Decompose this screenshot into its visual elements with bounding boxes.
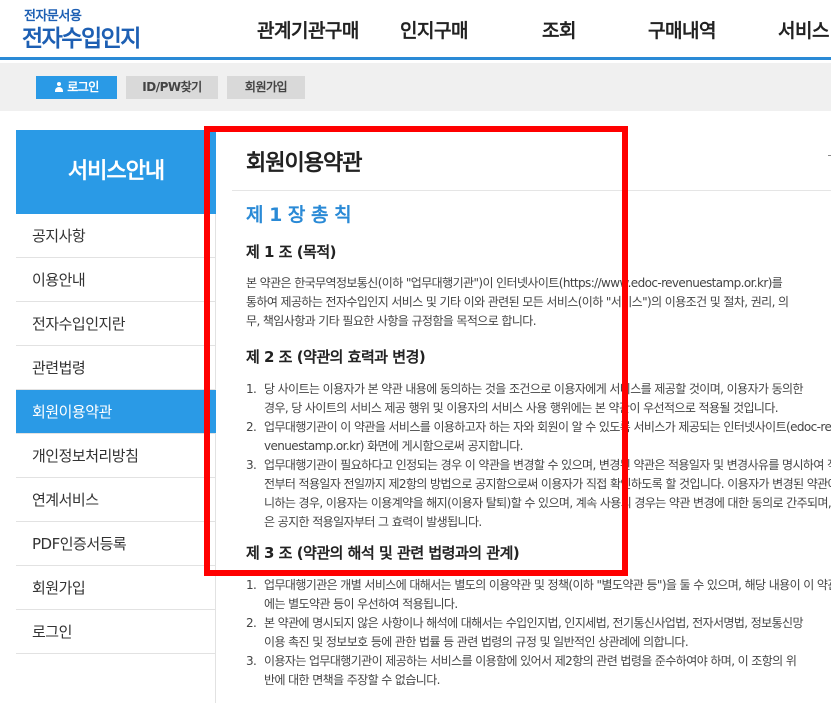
nav-item-agency-purchase[interactable]: 관계기관구매: [257, 16, 359, 43]
nav-item-stamp-purchase[interactable]: 인지구매: [400, 16, 468, 43]
text-line: 업무대행기관이 이 약관을 서비스를 이용하고자 하는 자와 회원이 알 수 있…: [264, 420, 831, 434]
text-line: 니하는 경우, 이용자는 이용계약을 해지(이용자 탈퇴)할 수 있으며, 계속…: [264, 496, 831, 510]
sidebar-item-privacy[interactable]: 개인정보처리방침: [16, 434, 216, 478]
sidebar-item-usage-guide[interactable]: 이용안내: [16, 258, 216, 302]
sidebar-item-laws[interactable]: 관련법령: [16, 346, 216, 390]
text-line: 에는 별도약관 등이 우선하여 적용됩니다.: [264, 597, 458, 611]
sidebar-item-notice[interactable]: 공지사항: [16, 214, 216, 258]
sidebar-menu: 공지사항 이용안내 전자수입인지란 관련법령 회원이용약관 개인정보처리방침 연…: [16, 214, 216, 654]
article-2-list: 1. 당 사이트는 이용자가 본 약관 내용에 동의하는 것을 조건으로 이용자…: [246, 380, 831, 532]
terms-content: 회원이용약관 제 1 장 총 칙 제 1 조 (목적) 본 약관은 한국무역정보…: [232, 130, 831, 703]
list-item: 2. 업무대행기관이 이 약관을 서비스를 이용하고자 하는 자와 회원이 알 …: [246, 418, 831, 456]
list-item: 1. 당 사이트는 이용자가 본 약관 내용에 동의하는 것을 조건으로 이용자…: [246, 380, 831, 418]
list-number: 2.: [246, 420, 257, 434]
login-button[interactable]: 로그인: [36, 76, 117, 99]
list-number: 3.: [246, 654, 257, 668]
sidebar: 서비스안내 공지사항 이용안내 전자수입인지란 관련법령 회원이용약관 개인정보…: [16, 130, 216, 703]
sidebar-item-join[interactable]: 회원가입: [16, 566, 216, 610]
sidebar-item-terms[interactable]: 회원이용약관: [16, 390, 216, 434]
text-line: 반에 대한 면책을 주장할 수 없습니다.: [264, 673, 440, 687]
find-id-pw-button[interactable]: ID/PW찾기: [126, 76, 218, 99]
text-line: 업무대행기관은 개별 서비스에 대해서는 별도의 이용약관 및 정책(이하 "별…: [264, 578, 831, 592]
text-line: 업무대행기관이 필요하다고 인정되는 경우 이 약관을 변경할 수 있으며, 변…: [264, 458, 831, 472]
user-icon: [54, 82, 64, 92]
list-item: 3. 이용자는 업무대행기관이 제공하는 서비스를 이용함에 있어서 제2항의 …: [246, 652, 831, 690]
article-1-text: 본 약관은 한국무역정보통신(이하 "업무대행기관")이 인터넷사이트(http…: [246, 274, 831, 331]
site-header: 전자문서용 전자수입인지 관계기관구매 인지구매 조회 구매내역 서비스: [0, 0, 831, 60]
list-number: 1.: [246, 578, 257, 592]
sidebar-item-about-stamp[interactable]: 전자수입인지란: [16, 302, 216, 346]
nav-item-service[interactable]: 서비스: [778, 16, 829, 43]
page-title: 회원이용약관: [246, 151, 362, 176]
text-line: 경우, 당 사이트의 서비스 제공 행위 및 이용자의 서비스 사용 행위에는 …: [264, 401, 779, 415]
text-line: 본 약관은 한국무역정보통신(이하 "업무대행기관")이 인터넷사이트(http…: [246, 276, 783, 290]
list-item: 2. 본 약관에 명시되지 않은 사항이나 해석에 대해서는 수입인지법, 인지…: [246, 614, 831, 652]
article-2-title: 제 2 조 (약관의 효력과 변경): [246, 348, 426, 366]
article-3-title: 제 3 조 (약관의 해석 및 관련 법령과의 관계): [246, 544, 520, 562]
list-number: 1.: [246, 382, 257, 396]
list-item: 3. 업무대행기관이 필요하다고 인정되는 경우 이 약관을 변경할 수 있으며…: [246, 456, 831, 532]
list-number: 3.: [246, 458, 257, 472]
join-button[interactable]: 회원가입: [227, 76, 305, 99]
sidebar-item-login[interactable]: 로그인: [16, 610, 216, 654]
article-1-title: 제 1 조 (목적): [246, 243, 337, 261]
text-line: 무, 책임사항과 기타 필요한 사항을 규정함을 목적으로 합니다.: [246, 314, 537, 328]
utility-bar: 로그인 ID/PW찾기 회원가입: [0, 63, 831, 111]
sidebar-item-pdf-cert[interactable]: PDF인증서등록: [16, 522, 216, 566]
text-line: 은 공지한 적용일자부터 그 효력이 발생됩니다.: [264, 515, 482, 529]
title-divider: [232, 190, 831, 191]
nav-item-purchase-history[interactable]: 구매내역: [648, 16, 716, 43]
logo[interactable]: 전자수입인지: [22, 19, 141, 53]
login-button-label: 로그인: [67, 80, 99, 94]
article-3-list: 1. 업무대행기관은 개별 서비스에 대해서는 별도의 이용약관 및 정책(이하…: [246, 576, 831, 690]
nav-item-lookup[interactable]: 조회: [542, 16, 576, 43]
text-line: 본 약관에 명시되지 않은 사항이나 해석에 대해서는 수입인지법, 인지세법,…: [264, 616, 804, 630]
text-line: 통하여 제공하는 전자수입인지 서비스 및 기타 이와 관련된 모든 서비스(이…: [246, 295, 789, 309]
text-line: 이용 촉진 및 정보보호 등에 관한 법률 등 관련 법령의 규정 및 일반적인…: [264, 635, 689, 649]
sidebar-title: 서비스안내: [16, 130, 216, 214]
chapter-heading: 제 1 장 총 칙: [246, 204, 352, 226]
text-line: 전부터 적용일자 전일까지 제2항의 방법으로 공지함으로써 이용자가 직접 확…: [264, 477, 831, 491]
text-line: 이용자는 업무대행기관이 제공하는 서비스를 이용함에 있어서 제2항의 관련 …: [264, 654, 797, 668]
text-line: 당 사이트는 이용자가 본 약관 내용에 동의하는 것을 조건으로 이용자에게 …: [264, 382, 804, 396]
list-item: 1. 업무대행기관은 개별 서비스에 대해서는 별도의 이용약관 및 정책(이하…: [246, 576, 831, 614]
text-line: venuestamp.or.kr) 화면에 게시함으로써 공지합니다.: [264, 439, 523, 453]
list-number: 2.: [246, 616, 257, 630]
sidebar-item-linked-services[interactable]: 연계서비스: [16, 478, 216, 522]
